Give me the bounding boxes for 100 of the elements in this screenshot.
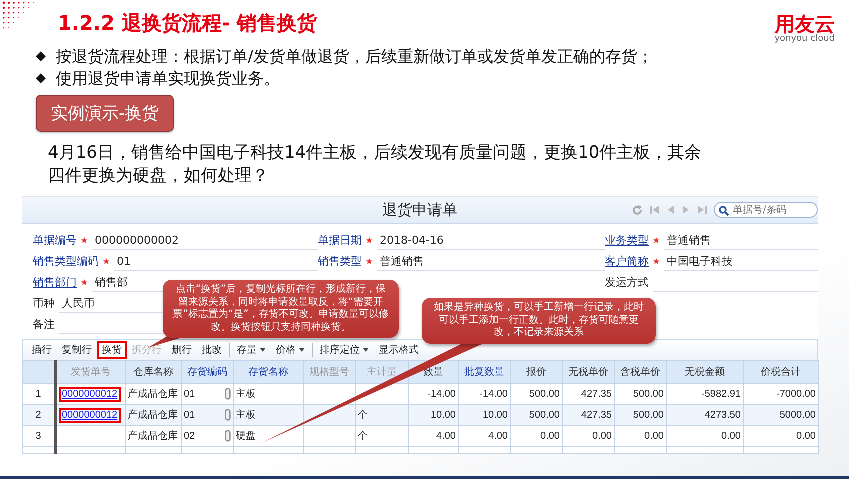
last-page-icon[interactable] xyxy=(697,205,707,215)
source-link[interactable]: 0000000012 xyxy=(59,408,121,422)
required-icon xyxy=(366,258,373,265)
table-cell: 4273.50 xyxy=(704,410,741,420)
toolbar-button[interactable]: 显示格式 xyxy=(374,341,424,359)
table-cell: 个 xyxy=(358,431,368,442)
row-number: 3 xyxy=(22,426,56,446)
field-label: 销售类型编码 xyxy=(33,254,99,269)
table-cell: 5000.00 xyxy=(780,410,816,420)
table-cell: 主板 xyxy=(236,410,256,421)
note-tooltip: 如果是异种换货，可以手工新增一行记录，此时可以手工添加一行正数。此时，存货可随意更改，不记录来源关系 xyxy=(422,298,656,344)
toolbar-button[interactable]: 排序定位 xyxy=(315,341,374,359)
input-field[interactable]: 普通销售 xyxy=(377,252,605,270)
table-cell: 500.00 xyxy=(529,388,560,400)
table-cell: 427.35 xyxy=(581,388,612,400)
input-field[interactable]: 普通销售 xyxy=(664,232,818,250)
toolbar-button[interactable]: 复制行 xyxy=(57,341,97,359)
field-label: 销售类型 xyxy=(318,254,362,269)
table-cell: 500.00 xyxy=(633,388,664,400)
question-text: 4月16日，销售给中国电子科技14件主板，后续发现有质量问题，更换10件主板，其余四件更换为硬盘，如何处理？ xyxy=(48,142,703,188)
table-cell: -7000.00 xyxy=(776,388,816,400)
table-cell: 500.00 xyxy=(529,410,560,420)
table-cell: 产成品仓库 xyxy=(128,431,178,442)
column-header: 报价 xyxy=(510,360,562,384)
search-icon xyxy=(719,206,729,216)
field-label: 备注 xyxy=(33,317,55,332)
table-cell: 02 xyxy=(184,430,196,442)
bullet-marker: ◆ xyxy=(36,48,46,66)
table-cell: 0.00 xyxy=(796,430,816,442)
column-header: 含税单价 xyxy=(614,360,666,384)
row-number: 2 xyxy=(22,404,56,426)
table-cell: 10.00 xyxy=(482,410,508,420)
required-icon xyxy=(103,258,110,265)
table-cell: 4.00 xyxy=(436,430,456,442)
toolbar-button[interactable]: 存量 xyxy=(232,341,271,359)
refresh-icon[interactable] xyxy=(632,204,643,216)
input-field[interactable]: 中国电子科技 xyxy=(664,252,818,270)
table-cell: 500.00 xyxy=(633,410,664,420)
column-header: 存货编码 xyxy=(182,360,234,384)
field-label: 单据编号 xyxy=(33,233,77,248)
table-cell: 0.00 xyxy=(592,430,612,442)
required-icon xyxy=(653,237,660,244)
required-icon xyxy=(81,237,88,244)
required-icon xyxy=(81,279,88,286)
table-cell: -14.00 xyxy=(480,388,508,400)
caret-icon xyxy=(299,348,305,352)
input-field[interactable]: 000000000002 xyxy=(92,232,318,250)
bullet-marker: ◆ xyxy=(36,70,46,88)
required-icon xyxy=(653,258,660,265)
table-cell: 10.00 xyxy=(430,410,456,420)
input-field[interactable]: 2018-04-16 xyxy=(377,232,605,250)
bullet-text: 按退货流程处理：根据订单/发货单做退货，后续重新做订单或发货单发正确的存货； xyxy=(56,46,654,68)
field-label: 币种 xyxy=(33,296,55,311)
column-header: 发货单号 xyxy=(56,360,126,384)
table-cell: 01 xyxy=(184,410,196,420)
column-header: 批复数量 xyxy=(458,360,510,384)
table-cell: 产成品仓库 xyxy=(128,410,178,421)
table-cell: 产成品仓库 xyxy=(128,389,178,400)
table-cell: -5982.91 xyxy=(702,388,741,400)
column-header: 无税单价 xyxy=(562,360,614,384)
column-header: 无税金额 xyxy=(666,360,744,384)
first-page-icon[interactable] xyxy=(650,205,660,215)
column-header: 存货名称 xyxy=(234,360,304,384)
toolbar-button[interactable]: 插行 xyxy=(27,341,57,359)
column-header: 规格型号 xyxy=(304,360,356,384)
required-icon xyxy=(366,237,373,244)
caret-icon xyxy=(363,348,369,352)
column-header: 价税合计 xyxy=(744,360,818,384)
toolbar-button[interactable]: 批改 xyxy=(197,341,227,359)
slide-title: 1.2.2 退换货流程- 销售换货 xyxy=(58,10,318,37)
previous-icon[interactable] xyxy=(667,205,675,215)
table-cell: 主板 xyxy=(236,389,256,400)
logo-text: 用友云 xyxy=(775,14,835,34)
table-cell: 01 xyxy=(184,388,196,400)
bullet-text: 使用退货申请单实现换货业务。 xyxy=(56,68,280,90)
caret-icon xyxy=(260,348,266,352)
table-cell: 0.00 xyxy=(722,430,741,442)
table-cell: 427.35 xyxy=(581,410,612,420)
field-label[interactable]: 业务类型 xyxy=(605,233,649,248)
table-cell: 硬盘 xyxy=(236,431,256,442)
demo-button[interactable]: 实例演示-换货 xyxy=(36,95,174,132)
field-label[interactable]: 客户简称 xyxy=(605,254,649,269)
toolbar-button[interactable]: 价格 xyxy=(271,341,310,359)
table-cell: 0.00 xyxy=(540,430,560,442)
logo-tagline: yonyou cloud xyxy=(774,34,835,46)
table-cell: -14.00 xyxy=(428,388,456,400)
window-title: 退货申请单 xyxy=(382,200,458,220)
input-field[interactable]: 01 xyxy=(114,252,318,270)
field-label[interactable]: 销售部门 xyxy=(33,275,77,290)
note-tooltip: 点击“换货”后，复制光标所在行，形成新行，保留来源关系，同时将申请数量取反，将“需要开票”标志置为“是”，存货不可改。申请数量可以修改。换货按钮只支持同种换货。 xyxy=(163,280,399,338)
field-label: 单据日期 xyxy=(318,233,362,248)
search-field[interactable]: 单据号/条码 xyxy=(714,202,818,218)
column-header: 仓库名称 xyxy=(126,360,182,384)
field-label: 发运方式 xyxy=(605,275,649,290)
table-cell: 0.00 xyxy=(644,430,664,442)
toolbar-button[interactable]: 换货 xyxy=(97,341,127,359)
table-cell: 个 xyxy=(358,410,368,421)
source-link[interactable]: 0000000012 xyxy=(59,386,121,402)
next-icon[interactable] xyxy=(682,205,690,215)
toolbar-button[interactable]: 删行 xyxy=(167,341,197,359)
